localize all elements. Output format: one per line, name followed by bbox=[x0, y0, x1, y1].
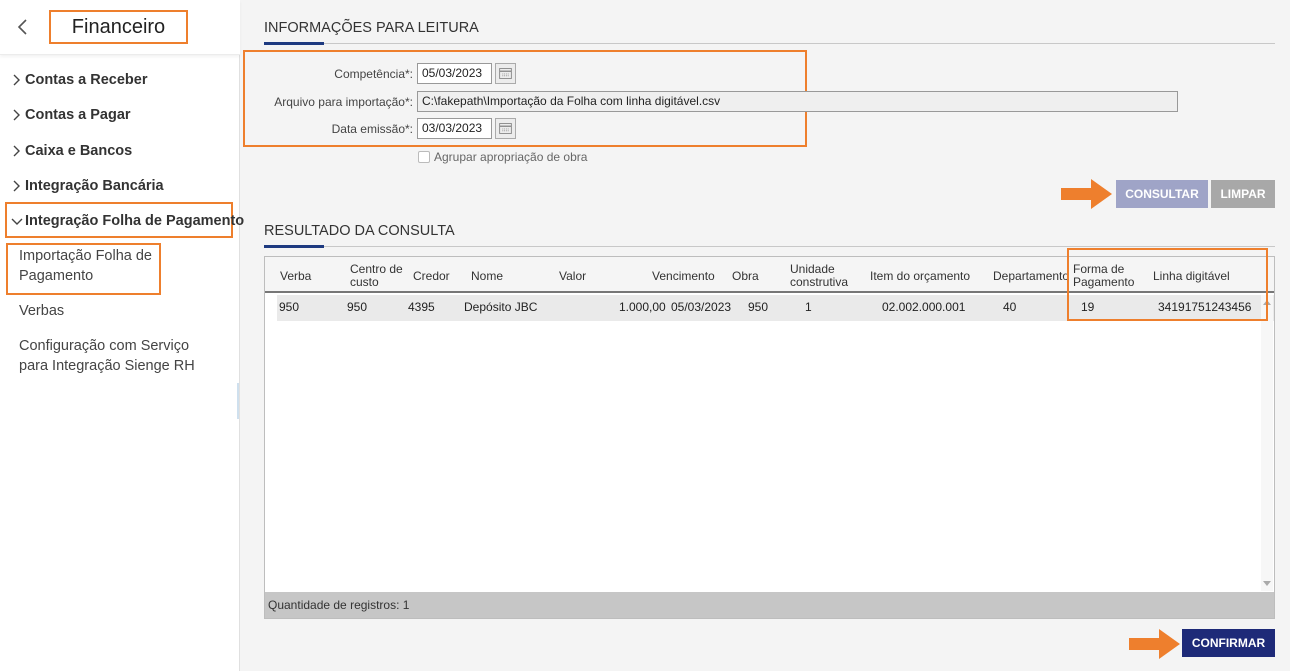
calendar-icon[interactable] bbox=[495, 63, 516, 84]
competencia-input[interactable]: 05/03/2023 bbox=[417, 63, 492, 84]
cell-verba: 950 bbox=[279, 300, 300, 314]
col-valor[interactable]: Valor bbox=[559, 270, 586, 283]
agrupar-checkbox[interactable] bbox=[418, 151, 430, 163]
chevron-right-icon bbox=[13, 74, 20, 86]
cell-unidade: 1 bbox=[805, 300, 812, 314]
confirmar-button[interactable]: CONFIRMAR bbox=[1182, 629, 1275, 657]
section-title-resultado: RESULTADO DA CONSULTA bbox=[264, 223, 455, 239]
menu-integracao-folha-pagamento[interactable]: Integração Folha de Pagamento bbox=[10, 213, 244, 229]
submenu-configuracao-sienge-rh[interactable]: Configuração com Serviço para Integração… bbox=[19, 336, 214, 376]
arrow-right-icon bbox=[1061, 179, 1112, 209]
cell-centro-custo: 950 bbox=[347, 300, 368, 314]
submenu-verbas[interactable]: Verbas bbox=[19, 301, 64, 321]
cell-vencimento: 05/03/2023 bbox=[671, 300, 732, 314]
chevron-right-icon bbox=[13, 180, 20, 192]
menu-label: Integração Folha de Pagamento bbox=[25, 213, 245, 229]
col-vencimento[interactable]: Vencimento bbox=[652, 270, 715, 283]
data-emissao-input[interactable]: 03/03/2023 bbox=[417, 118, 492, 139]
limpar-button[interactable]: LIMPAR bbox=[1211, 180, 1275, 208]
col-nome[interactable]: Nome bbox=[471, 270, 503, 283]
consultar-button[interactable]: CONSULTAR bbox=[1116, 180, 1208, 208]
grid-footer: Quantidade de registros: 1 bbox=[265, 592, 1274, 618]
section-accent bbox=[264, 42, 324, 45]
calendar-icon[interactable] bbox=[495, 118, 516, 139]
col-verba[interactable]: Verba bbox=[280, 270, 311, 283]
menu-integracao-bancaria[interactable]: Integração Bancária bbox=[10, 178, 164, 194]
grid-scrollbar[interactable] bbox=[1261, 295, 1273, 591]
menu-label: Contas a Pagar bbox=[25, 107, 131, 123]
menu-caixa-e-bancos[interactable]: Caixa e Bancos bbox=[10, 143, 132, 159]
chevron-right-icon bbox=[13, 109, 20, 121]
section-accent bbox=[264, 245, 324, 248]
cell-departamento: 40 bbox=[1003, 300, 1017, 314]
sidebar-title: Financeiro bbox=[49, 10, 188, 44]
cell-obra: 950 bbox=[748, 300, 769, 314]
col-departamento[interactable]: Departamento bbox=[993, 270, 1069, 283]
col-unidade-construtiva[interactable]: Unidade construtiva bbox=[790, 263, 858, 289]
col-credor[interactable]: Credor bbox=[413, 270, 450, 283]
chevron-right-icon bbox=[13, 145, 20, 157]
section-divider bbox=[264, 43, 1275, 44]
cell-nome: Depósito JBC bbox=[464, 300, 538, 314]
arquivo-input[interactable]: C:\fakepath\Importação da Folha com linh… bbox=[417, 91, 1178, 112]
cell-credor: 4395 bbox=[408, 300, 435, 314]
competencia-label: Competência*: bbox=[334, 67, 413, 81]
menu-contas-a-receber[interactable]: Contas a Receber bbox=[10, 72, 148, 88]
menu-label: Contas a Receber bbox=[25, 72, 148, 88]
section-divider bbox=[264, 246, 1275, 247]
col-item-orcamento[interactable]: Item do orçamento bbox=[870, 270, 970, 283]
sidebar-scrollbar[interactable] bbox=[237, 383, 239, 419]
col-obra[interactable]: Obra bbox=[732, 270, 759, 283]
menu-label: Integração Bancária bbox=[25, 178, 164, 194]
data-emissao-label: Data emissão*: bbox=[331, 122, 413, 136]
sidebar: Financeiro Contas a Receber Contas a Pag… bbox=[0, 0, 244, 671]
sidebar-header: Financeiro bbox=[0, 0, 240, 55]
arrow-right-icon bbox=[1129, 629, 1180, 659]
chevron-down-icon bbox=[11, 218, 23, 225]
menu-label: Caixa e Bancos bbox=[25, 143, 133, 159]
back-chevron-icon[interactable] bbox=[14, 16, 32, 38]
menu-contas-a-pagar[interactable]: Contas a Pagar bbox=[10, 107, 131, 123]
highlight-box bbox=[1067, 248, 1268, 321]
col-centro-custo[interactable]: Centro de custo bbox=[350, 263, 408, 289]
agrupar-label: Agrupar apropriação de obra bbox=[434, 150, 588, 164]
cell-item-orcamento: 02.002.000.001 bbox=[882, 300, 966, 314]
arquivo-label: Arquivo para importação*: bbox=[274, 95, 413, 109]
cell-valor: 1.000,00 bbox=[619, 300, 666, 314]
submenu-importacao-folha[interactable]: Importação Folha de Pagamento bbox=[19, 246, 159, 286]
scroll-down-icon[interactable] bbox=[1263, 581, 1271, 586]
section-title-informacoes: INFORMAÇÕES PARA LEITURA bbox=[264, 20, 479, 36]
